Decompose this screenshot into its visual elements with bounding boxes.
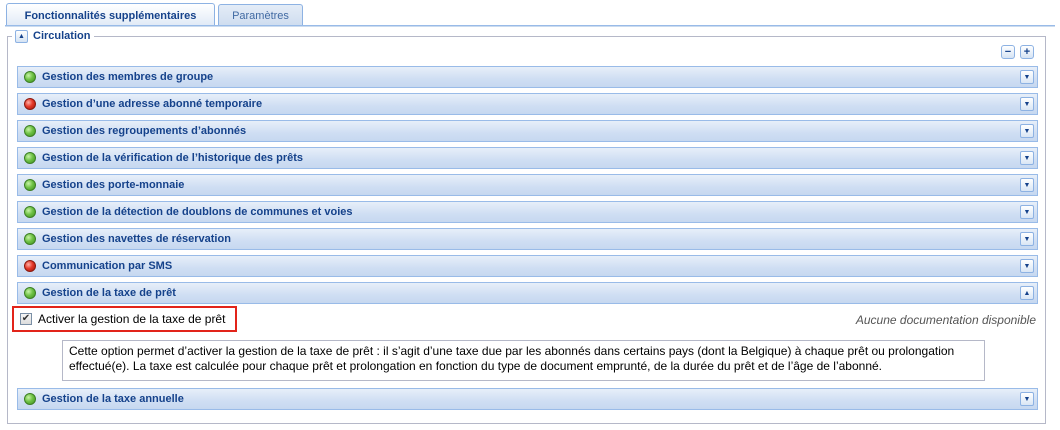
feature-row[interactable]: Gestion des navettes de réservation ▼ xyxy=(17,228,1038,250)
panel-tools: − + xyxy=(1001,45,1034,59)
collapse-up-icon[interactable]: ▲ xyxy=(1020,286,1034,300)
expand-down-icon[interactable]: ▼ xyxy=(1020,124,1034,138)
activate-taxe-pret-checkbox[interactable]: ✔ xyxy=(20,313,32,325)
status-dot-icon xyxy=(24,71,36,83)
status-dot-icon xyxy=(24,98,36,110)
option-description: Cette option permet d’activer la gestion… xyxy=(62,340,985,381)
feature-row[interactable]: Gestion d’une adresse abonné temporaire ▼ xyxy=(17,93,1038,115)
tab-parametres[interactable]: Paramètres xyxy=(218,4,303,27)
expand-down-icon[interactable]: ▼ xyxy=(1020,392,1034,406)
collapse-all-button[interactable]: − xyxy=(1001,45,1015,59)
expand-all-button[interactable]: + xyxy=(1020,45,1034,59)
feature-row-label: Gestion des regroupements d’abonnés xyxy=(42,125,247,137)
status-dot-icon xyxy=(24,393,36,405)
feature-row[interactable]: Communication par SMS ▼ xyxy=(17,255,1038,277)
status-dot-icon xyxy=(24,287,36,299)
status-dot-icon xyxy=(24,152,36,164)
checkbox-label: Activer la gestion de la taxe de prêt xyxy=(38,312,226,326)
status-dot-icon xyxy=(24,179,36,191)
tab-bar: Fonctionnalités supplémentaires Paramètr… xyxy=(0,0,1060,27)
status-dot-icon xyxy=(24,233,36,245)
feature-row-label: Gestion d’une adresse abonné temporaire xyxy=(42,98,263,110)
feature-row-label: Gestion de la détection de doublons de c… xyxy=(42,206,353,218)
feature-row[interactable]: Gestion de la taxe de prêt ▲ xyxy=(17,282,1038,304)
feature-row-label: Gestion des porte-monnaie xyxy=(42,179,185,191)
feature-row[interactable]: Gestion de la taxe annuelle ▼ xyxy=(17,388,1038,410)
expand-down-icon[interactable]: ▼ xyxy=(1020,205,1034,219)
feature-row[interactable]: Gestion des membres de groupe ▼ xyxy=(17,66,1038,88)
expand-down-icon[interactable]: ▼ xyxy=(1020,70,1034,84)
expand-down-icon[interactable]: ▼ xyxy=(1020,97,1034,111)
expand-down-icon[interactable]: ▼ xyxy=(1020,151,1034,165)
status-dot-icon xyxy=(24,260,36,272)
expand-down-icon[interactable]: ▼ xyxy=(1020,232,1034,246)
fieldset-legend: ▲ Circulation xyxy=(12,27,95,45)
expand-down-icon[interactable]: ▼ xyxy=(1020,259,1034,273)
collapse-up-icon[interactable]: ▲ xyxy=(15,29,28,43)
expanded-panel-taxe-pret: ✔ Activer la gestion de la taxe de prêt … xyxy=(12,306,1038,388)
expand-down-icon[interactable]: ▼ xyxy=(1020,178,1034,192)
section-title: Circulation xyxy=(33,30,91,42)
no-documentation-text: Aucune documentation disponible xyxy=(855,313,1036,327)
feature-row[interactable]: Gestion des porte-monnaie ▼ xyxy=(17,174,1038,196)
feature-row-label: Gestion des membres de groupe xyxy=(42,71,214,83)
tab-strip-line xyxy=(5,25,1055,27)
feature-row-label: Gestion des navettes de réservation xyxy=(42,233,231,245)
feature-row-label: Gestion de la taxe annuelle xyxy=(42,393,184,405)
feature-row[interactable]: Gestion de la vérification de l’historiq… xyxy=(17,147,1038,169)
status-dot-icon xyxy=(24,206,36,218)
feature-row[interactable]: Gestion des regroupements d’abonnés ▼ xyxy=(17,120,1038,142)
feature-row-label: Communication par SMS xyxy=(42,260,173,272)
highlighted-option: ✔ Activer la gestion de la taxe de prêt xyxy=(12,306,237,332)
feature-row-label: Gestion de la vérification de l’historiq… xyxy=(42,152,304,164)
status-dot-icon xyxy=(24,125,36,137)
feature-row[interactable]: Gestion de la détection de doublons de c… xyxy=(17,201,1038,223)
feature-row-label: Gestion de la taxe de prêt xyxy=(42,287,176,299)
tab-fonctionnalites[interactable]: Fonctionnalités supplémentaires xyxy=(6,3,215,27)
